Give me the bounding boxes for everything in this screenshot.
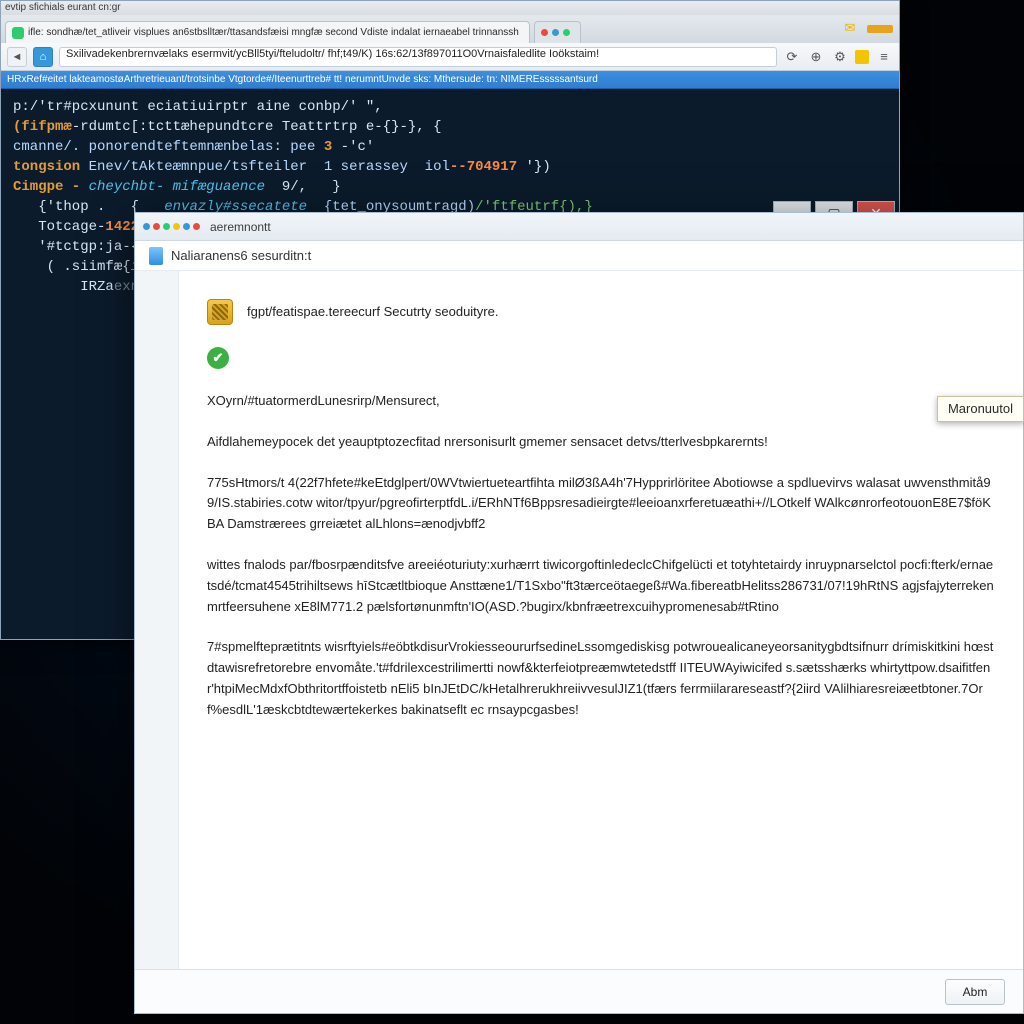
globe-icon[interactable]: ⊕ <box>807 48 825 66</box>
dialog-subheader-text: Naliaranens6 sesurditn:t <box>171 248 311 263</box>
code-line: cmanne/. ponorendteftemnænbelas: pee 3 -… <box>13 137 887 157</box>
shield-line-text: fgpt/featispae.tereecurf Secutrty seodui… <box>247 302 498 323</box>
bookmark-icon[interactable] <box>855 50 869 64</box>
verified-row: ✔ <box>207 347 995 369</box>
back-button[interactable]: ◄ <box>7 47 27 67</box>
address-bar[interactable]: Sxilivadekenbrernvælaks esermvit/ycBll5t… <box>59 47 777 67</box>
dot-icon <box>541 29 548 36</box>
dialog-paragraph: Aifdlahemeypocek det yeauptptozecfitad n… <box>207 432 995 453</box>
tab-label: ifle: sondhæ/tet_atliveir visplues an6st… <box>28 27 519 38</box>
dot-icon <box>552 29 559 36</box>
home-button[interactable]: ⌂ <box>33 47 53 67</box>
dialog-subtitle: XOyrn/#tuatormerdLunesrirp/Mensurect, <box>207 391 995 412</box>
sync-icon[interactable]: ⟳ <box>783 48 801 66</box>
check-badge-icon: ✔ <box>207 347 229 369</box>
side-tooltip: Maronuutol <box>937 396 1024 422</box>
code-line: (fifpmæ-rdumtc[:tcttæhepundtcre Teattrtr… <box>13 117 887 137</box>
shield-row: fgpt/featispae.tereecurf Secutrty seodui… <box>207 299 995 325</box>
tab-favicon-icon <box>12 27 24 39</box>
bookmarks-bar: HRxRef#eitet lakteamostøArthretrieuant/t… <box>1 71 899 89</box>
settings-icon[interactable]: ⚙ <box>831 48 849 66</box>
shield-icon <box>207 299 233 325</box>
dialog-confirm-button[interactable]: Abm <box>945 979 1005 1005</box>
security-dialog: aeremnontt Naliaranens6 sesurditn:t fgpt… <box>134 212 1024 1014</box>
dialog-footer: Abm <box>135 969 1023 1013</box>
dialog-body: fgpt/featispae.tereecurf Secutrty seodui… <box>135 271 1023 969</box>
notification-bar-icon <box>867 25 893 33</box>
dialog-left-gutter <box>135 271 179 969</box>
desktop: evtip sfichials eurant cn:gr ifle: sondh… <box>0 0 1024 1024</box>
dialog-paragraph: wittes fnalods par/fbosrpænditsfve areei… <box>207 555 995 617</box>
dialog-paragraph: 7#spmelfteprætitnts wisrftyiels#eöbtkdis… <box>207 637 995 720</box>
page-icon <box>149 247 163 265</box>
browser-tab-active[interactable]: ifle: sondhæ/tet_atliveir visplues an6st… <box>5 21 530 43</box>
dialog-dots-icon <box>143 223 200 230</box>
dot-icon <box>563 29 570 36</box>
browser-tab-new[interactable] <box>534 21 581 43</box>
code-line: tongsion Enev/tAkteæmnpue/tsfteiler 1 se… <box>13 157 887 177</box>
dialog-content: fgpt/featispae.tereecurf Secutrty seodui… <box>179 271 1023 969</box>
code-line: Cimgpe - cheychbt- mifæguaence 9/, } <box>13 177 887 197</box>
browser-titlebar: evtip sfichials eurant cn:gr <box>1 1 899 15</box>
dialog-titlebar[interactable]: aeremnontt <box>135 213 1023 241</box>
dialog-subheader: Naliaranens6 sesurditn:t <box>135 241 1023 271</box>
dialog-paragraph: 775sHtmors/t 4(22f7hfete#keEtdglpert/0WV… <box>207 473 995 535</box>
browser-tab-strip: ifle: sondhæ/tet_atliveir visplues an6st… <box>1 15 899 43</box>
menu-icon[interactable]: ≡ <box>875 48 893 66</box>
code-line: p:/'tr#pcxununt eciatiuirptr aine conbp/… <box>13 97 887 117</box>
mail-icon[interactable]: ✉ <box>841 19 859 37</box>
browser-toolbar: ◄ ⌂ Sxilivadekenbrernvælaks esermvit/ycB… <box>1 43 899 71</box>
dialog-title-text: aeremnontt <box>210 220 271 234</box>
